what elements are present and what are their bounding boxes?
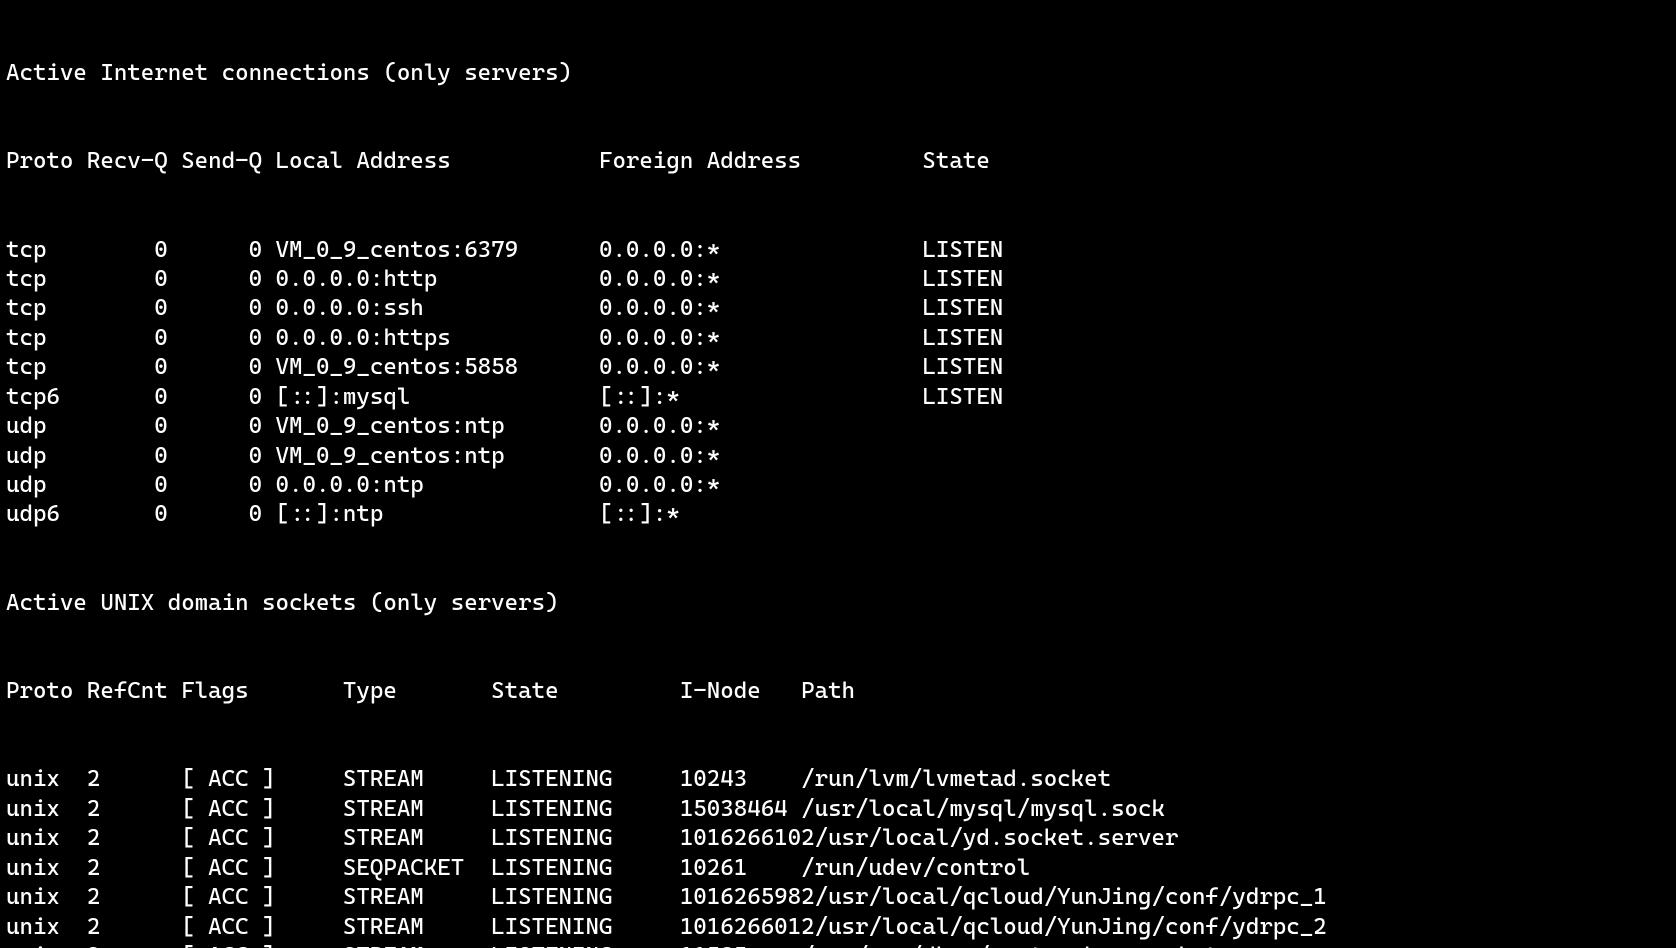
inet-row: udp6 0 0 [::]:ntp [::]:* <box>6 500 1670 529</box>
section-title-unix: Active UNIX domain sockets (only servers… <box>6 589 1670 618</box>
unix-row: unix 2 [ ACC ] STREAM LISTENING 10243 /r… <box>6 765 1670 794</box>
unix-row: unix 2 [ ACC ] STREAM LISTENING 15038464… <box>6 795 1670 824</box>
terminal-output: Active Internet connections (only server… <box>0 0 1676 948</box>
unix-row: unix 2 [ ACC ] STREAM LISTENING 11595 /v… <box>6 942 1670 948</box>
section-title-inet: Active Internet connections (only server… <box>6 59 1670 88</box>
unix-row: unix 2 [ ACC ] STREAM LISTENING 10162660… <box>6 913 1670 942</box>
inet-row: tcp 0 0 0.0.0.0:http 0.0.0.0:* LISTEN <box>6 265 1670 294</box>
unix-header-row: Proto RefCnt Flags Type State I-Node Pat… <box>6 677 1670 706</box>
inet-row: tcp 0 0 VM_0_9_centos:6379 0.0.0.0:* LIS… <box>6 236 1670 265</box>
inet-row: udp 0 0 VM_0_9_centos:ntp 0.0.0.0:* <box>6 412 1670 441</box>
inet-row: udp 0 0 VM_0_9_centos:ntp 0.0.0.0:* <box>6 442 1670 471</box>
inet-row: tcp6 0 0 [::]:mysql [::]:* LISTEN <box>6 383 1670 412</box>
inet-row: udp 0 0 0.0.0.0:ntp 0.0.0.0:* <box>6 471 1670 500</box>
unix-row: unix 2 [ ACC ] STREAM LISTENING 10162659… <box>6 883 1670 912</box>
inet-row: tcp 0 0 0.0.0.0:ssh 0.0.0.0:* LISTEN <box>6 294 1670 323</box>
inet-row: tcp 0 0 0.0.0.0:https 0.0.0.0:* LISTEN <box>6 324 1670 353</box>
inet-header-row: Proto Recv-Q Send-Q Local Address Foreig… <box>6 147 1670 176</box>
unix-row: unix 2 [ ACC ] STREAM LISTENING 10162661… <box>6 824 1670 853</box>
unix-row: unix 2 [ ACC ] SEQPACKET LISTENING 10261… <box>6 854 1670 883</box>
inet-row: tcp 0 0 VM_0_9_centos:5858 0.0.0.0:* LIS… <box>6 353 1670 382</box>
